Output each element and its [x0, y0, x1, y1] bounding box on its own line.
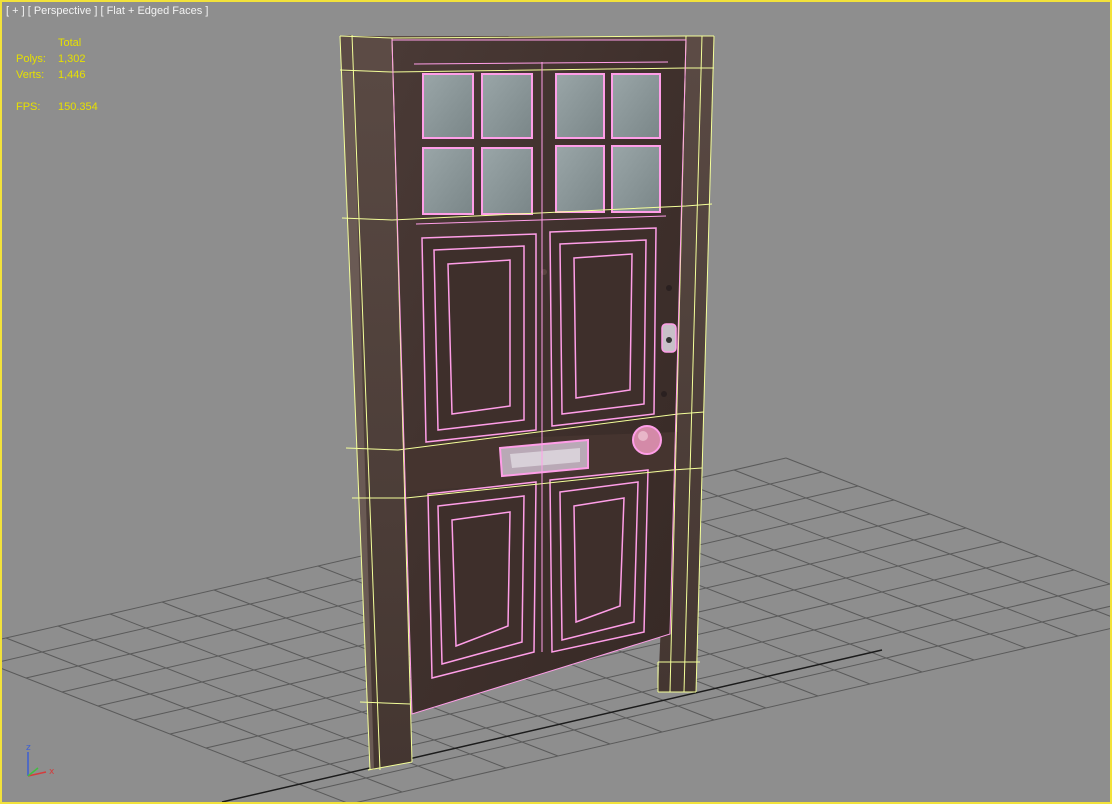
- grid-line: [5, 637, 403, 793]
- polys-value: 1,302: [58, 53, 86, 65]
- polys-label: Polys:: [16, 53, 46, 65]
- verts-label: Verts:: [16, 69, 45, 81]
- fps-label: FPS:: [16, 101, 41, 113]
- verts-value: 1,446: [58, 69, 86, 81]
- grid-line: [733, 469, 1110, 617]
- scene-canvas[interactable]: [2, 2, 1110, 802]
- viewport-label[interactable]: [ + ] [ Perspective ] [ Flat + Edged Fac…: [6, 5, 208, 17]
- axis-z-label: z: [26, 743, 31, 753]
- grid-axis-x: [221, 649, 883, 802]
- grid-line: [681, 481, 1079, 637]
- grid-line: [785, 457, 1110, 585]
- perspective-viewport[interactable]: [ + ] [ Perspective ] [ Flat + Edged Fac…: [0, 0, 1112, 804]
- fps-value: 150.354: [58, 101, 98, 113]
- door-knob: [632, 425, 662, 455]
- axis-gizmo-icon: z x: [26, 743, 55, 777]
- axis-x-label: x: [49, 767, 55, 777]
- stats-header: Total: [58, 37, 82, 49]
